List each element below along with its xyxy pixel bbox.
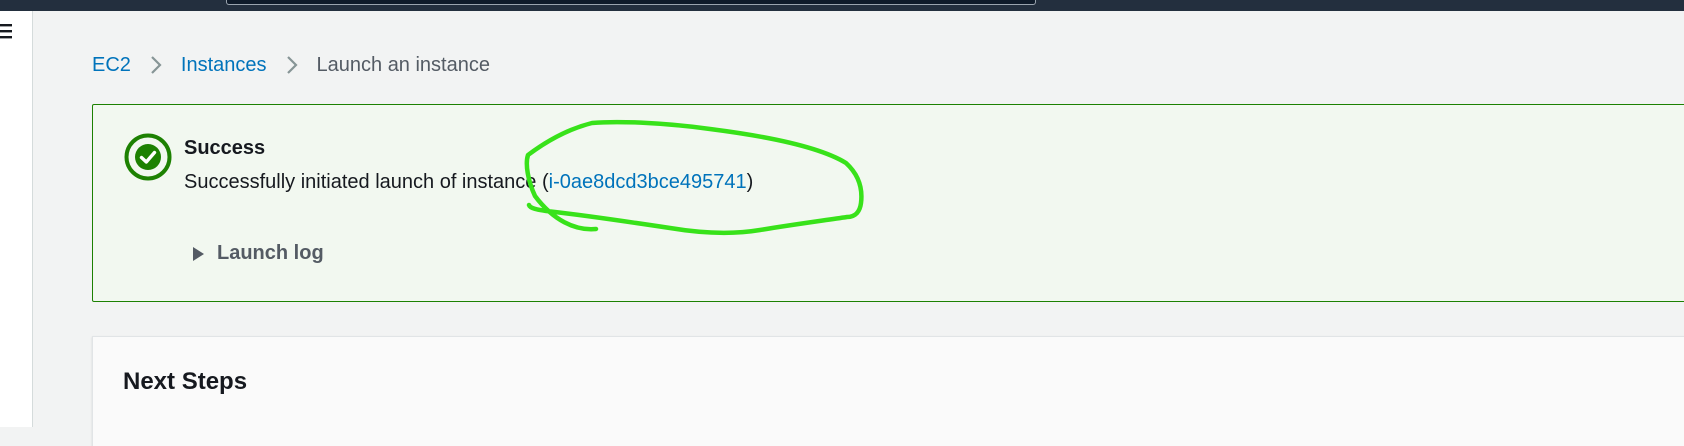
flash-message: Successfully initiated launch of instanc… [184, 169, 753, 195]
success-flash-message: Success Successfully initiated launch of… [92, 104, 1684, 302]
flash-message-prefix: Successfully initiated launch of instanc… [184, 171, 549, 193]
instance-id-link[interactable]: i-0ae8dcd3bce495741 [549, 171, 747, 193]
chevron-right-icon [286, 56, 298, 74]
next-steps-panel: Next Steps [92, 336, 1684, 446]
breadcrumb-ec2[interactable]: EC2 [92, 52, 131, 78]
breadcrumb: EC2 Instances Launch an instance [92, 52, 490, 78]
hamburger-icon[interactable] [0, 23, 12, 39]
flash-title: Success [184, 137, 266, 159]
search-bar[interactable] [226, 0, 1036, 5]
caret-right-icon [193, 246, 204, 261]
chevron-right-icon [151, 56, 162, 74]
breadcrumb-instances[interactable]: Instances [181, 52, 267, 78]
top-navigation-bar [0, 0, 1684, 11]
next-steps-title: Next Steps [123, 368, 248, 395]
breadcrumb-current-page: Launch an instance [316, 54, 490, 76]
flash-message-suffix: ) [746, 171, 754, 193]
side-navigation-rail [0, 11, 33, 427]
launch-log-toggle[interactable]: Launch log [191, 242, 324, 265]
launch-log-label: Launch log [217, 242, 324, 264]
success-check-icon [124, 133, 172, 181]
